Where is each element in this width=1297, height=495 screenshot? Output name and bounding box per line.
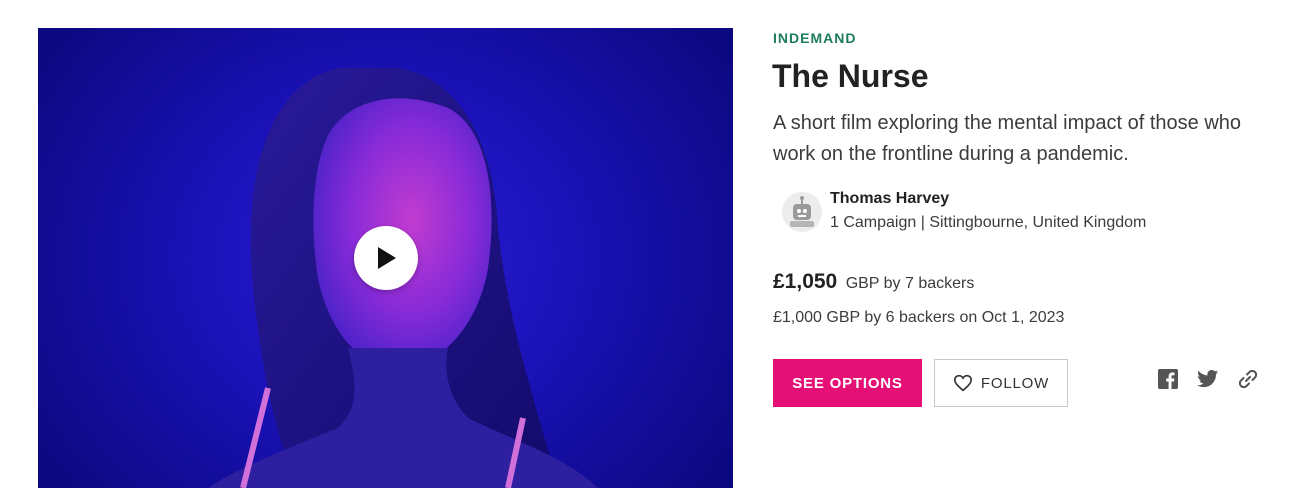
owner-name[interactable]: Thomas Harvey [830,190,949,208]
heart-icon [953,374,972,392]
raised-amount: £1,050 [773,270,838,293]
robot-avatar-icon [790,196,814,227]
follow-button[interactable]: FOLLOW [934,359,1068,407]
play-button[interactable] [354,226,418,290]
link-icon [1238,369,1258,389]
owner-avatar[interactable] [782,192,822,232]
owner-meta: 1 Campaign | Sittingbourne, United Kingd… [830,214,1147,231]
share-link[interactable] [1237,368,1259,390]
campaign-category[interactable]: INDEMAND [773,30,856,46]
share-facebook[interactable] [1157,368,1179,390]
facebook-icon [1158,369,1178,389]
raised-suffix: GBP by 7 backers [845,275,975,292]
see-options-button[interactable]: SEE OPTIONS [773,359,922,407]
campaign-title: The Nurse [772,58,929,94]
twitter-icon [1197,370,1219,388]
share-twitter[interactable] [1197,368,1219,390]
funds-raised: £1,050 GBP by 7 backers [773,270,974,294]
play-icon [378,247,396,269]
follow-label: FOLLOW [980,374,1050,392]
goal-line: £1,000 GBP by 6 backers on Oct 1, 2023 [773,309,1065,326]
campaign-tagline: A short film exploring the mental impact… [773,112,1242,165]
campaign-video[interactable] [38,28,733,488]
